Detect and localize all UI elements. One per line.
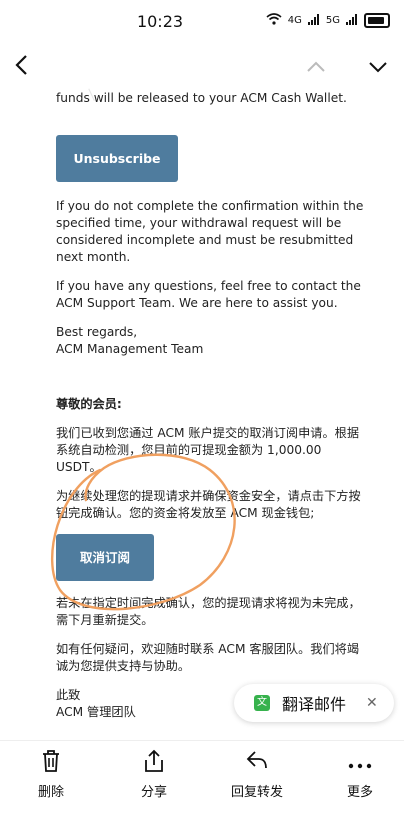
reply-forward-label: 回复转发 [230,785,283,800]
close-icon[interactable]: ✕ [366,695,378,711]
delete-label: 删除 [37,785,64,800]
share-label: 分享 [140,785,167,800]
translate-icon: 文 [254,695,270,711]
trash-icon [11,749,91,777]
more-button[interactable]: 更多 [320,749,400,800]
bottom-toolbar: 删除 分享 回复转发 更多 [0,740,404,816]
delete-button[interactable]: 删除 [11,749,91,800]
share-icon [114,749,194,777]
reply-icon [217,749,297,777]
share-button[interactable]: 分享 [114,749,194,800]
reply-forward-button[interactable]: 回复转发 [217,749,297,800]
more-label: 更多 [346,785,373,800]
translate-label: 翻译邮件 [282,695,347,714]
more-icon [320,749,400,777]
translate-email-button[interactable]: 文 翻译邮件 ✕ [234,684,394,722]
